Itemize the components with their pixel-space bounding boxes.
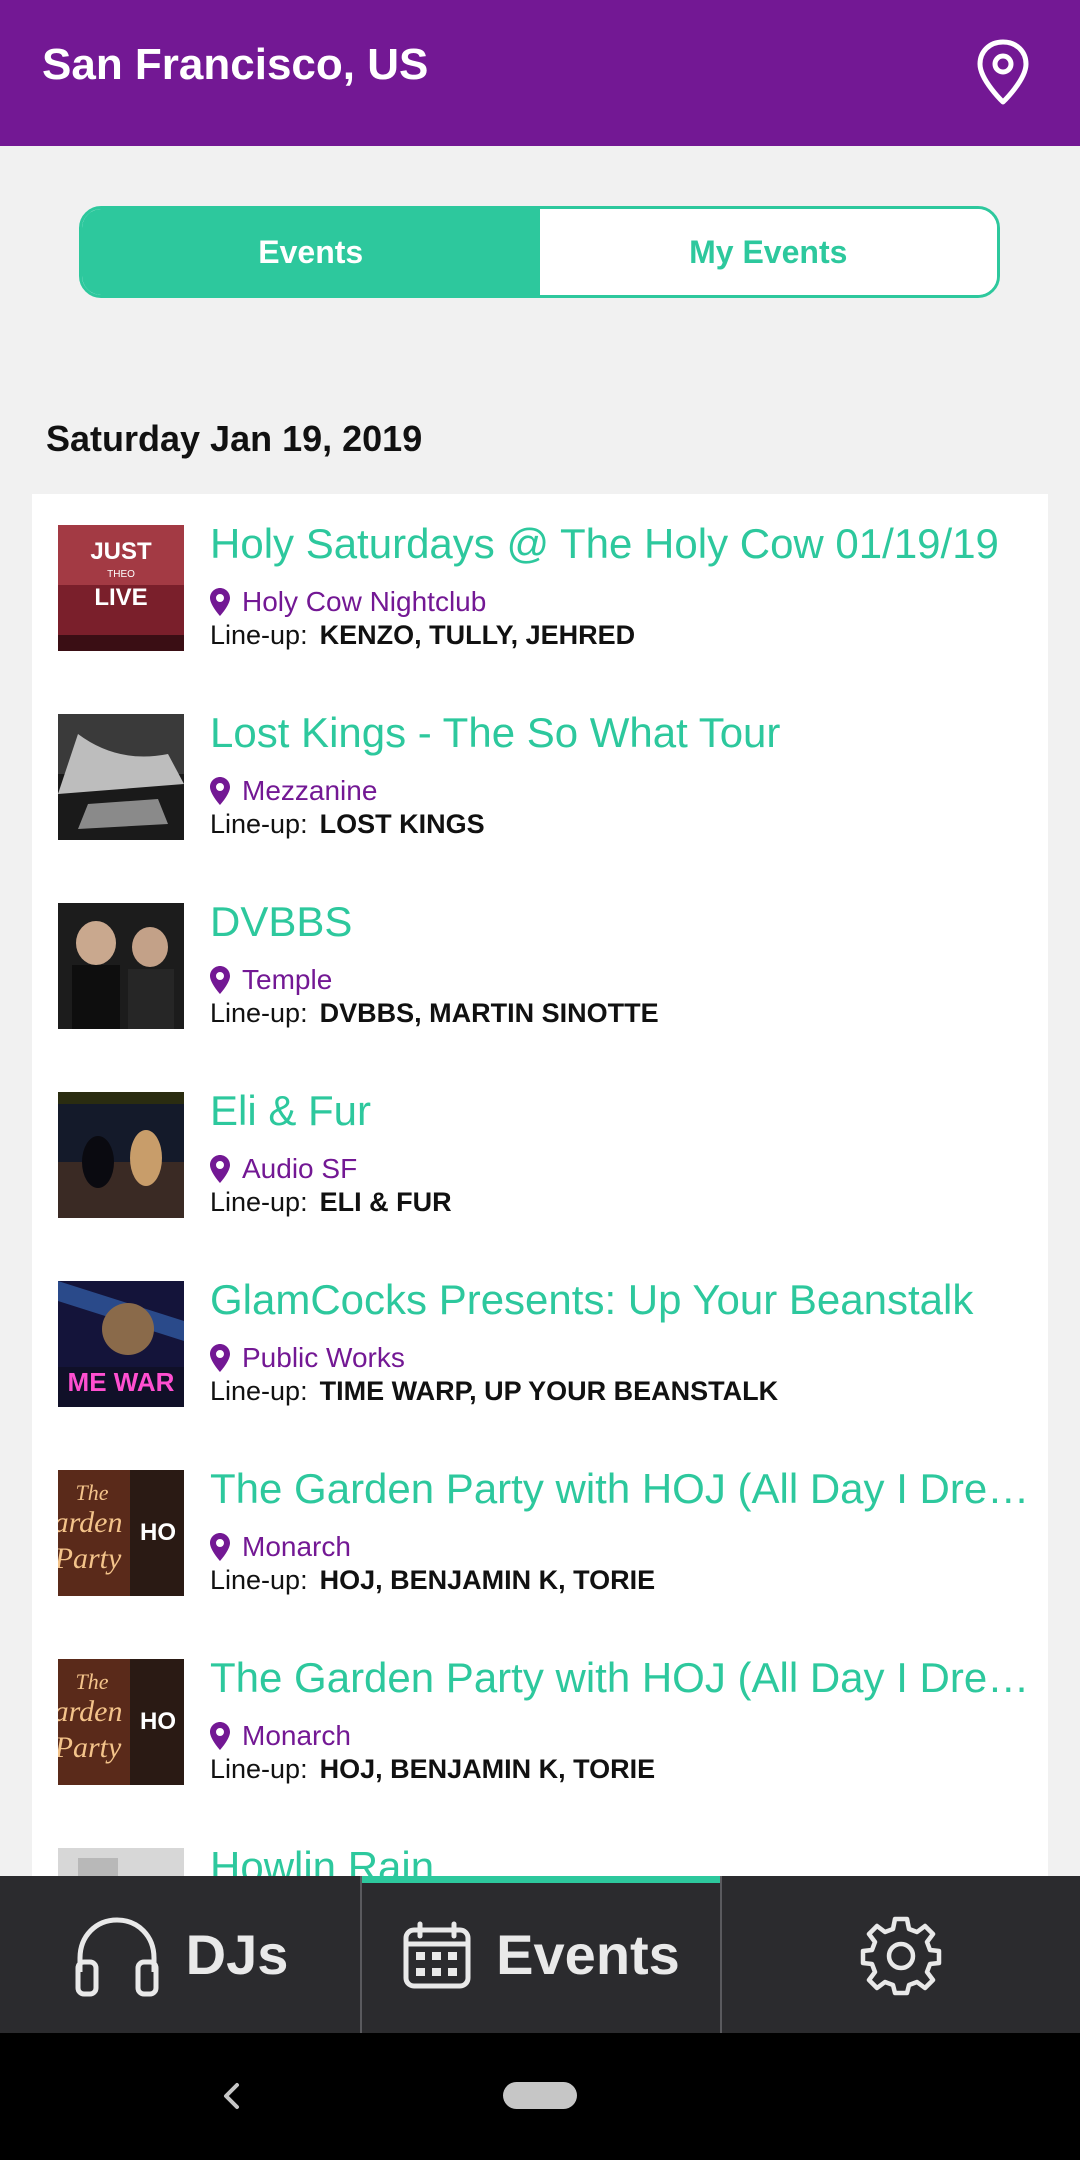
lineup-value: TIME WARP, UP YOUR BEANSTALK [319, 1376, 779, 1406]
back-chevron-icon[interactable] [218, 2082, 246, 2110]
lineup-label: Line-up: [210, 620, 308, 650]
bottom-tab-bar: DJs Events [0, 1876, 1080, 2033]
thumb-text: LIVE [94, 584, 147, 611]
tab-events-label: Events [496, 1923, 680, 1986]
event-item[interactable]: Lost Kings - The So What Tour Mezzanine … [32, 683, 1048, 872]
event-lineup: Line-up: ELI & FUR [210, 1187, 452, 1218]
event-thumbnail: The arden Party HO [58, 1659, 184, 1785]
event-venue: Public Works [210, 1338, 405, 1378]
event-lineup: Line-up: LOST KINGS [210, 809, 485, 840]
lineup-label: Line-up: [210, 1187, 308, 1217]
venue-pin-icon [210, 1533, 230, 1561]
event-venue: Monarch [210, 1716, 351, 1756]
event-title[interactable]: Howlin Rain [210, 1843, 1030, 1878]
event-title[interactable]: The Garden Party with HOJ (All Day I Dre… [210, 1654, 1030, 1702]
lineup-label: Line-up: [210, 1565, 308, 1595]
lineup-value: ELI & FUR [319, 1187, 452, 1217]
segment-events[interactable]: Events [82, 209, 540, 295]
event-venue: Temple [210, 960, 332, 1000]
event-thumbnail: The arden Party HO [58, 1470, 184, 1596]
event-item[interactable]: JUST THEO LIVE Holy Saturdays @ The Holy… [32, 494, 1048, 683]
event-venue: Holy Cow Nightclub [210, 582, 486, 622]
lineup-value: HOJ, BENJAMIN K, TORIE [319, 1565, 656, 1595]
thumb-text: THEO [107, 569, 135, 580]
event-venue: Monarch [210, 1527, 351, 1567]
venue-name: Audio SF [242, 1153, 358, 1184]
venue-pin-icon [210, 1155, 230, 1183]
venue-pin-icon [210, 966, 230, 994]
venue-name: Monarch [242, 1720, 351, 1751]
tab-djs[interactable]: DJs [0, 1876, 360, 2033]
event-venue: Mezzanine [210, 771, 377, 811]
event-item[interactable]: ME WAR GlamCocks Presents: Up Your Beans… [32, 1250, 1048, 1439]
event-thumbnail [58, 1092, 184, 1218]
event-title[interactable]: Eli & Fur [210, 1087, 1030, 1135]
thumb-text: HO [140, 1519, 176, 1546]
lineup-value: KENZO, TULLY, JEHRED [319, 620, 636, 650]
lineup-label: Line-up: [210, 809, 308, 839]
lineup-value: DVBBS, MARTIN SINOTTE [319, 998, 659, 1028]
thumb-text: The [76, 1669, 109, 1694]
event-lineup: Line-up: HOJ, BENJAMIN K, TORIE [210, 1754, 655, 1785]
app-header: San Francisco, US [0, 0, 1080, 146]
gear-icon [860, 1916, 942, 1995]
event-lineup: Line-up: TIME WARP, UP YOUR BEANSTALK [210, 1376, 778, 1407]
lineup-label: Line-up: [210, 998, 308, 1028]
tab-settings[interactable] [720, 1876, 1080, 2033]
city-title: San Francisco, US [42, 40, 429, 89]
map-pin-icon[interactable] [975, 38, 1031, 108]
event-title[interactable]: GlamCocks Presents: Up Your Beanstalk [210, 1276, 1030, 1324]
thumb-text: arden [58, 1695, 122, 1728]
lineup-label: Line-up: [210, 1376, 308, 1406]
lineup-label: Line-up: [210, 1754, 308, 1784]
headphones-icon [75, 1916, 159, 1996]
event-thumbnail [58, 1848, 184, 1878]
lineup-value: HOJ, BENJAMIN K, TORIE [319, 1754, 656, 1784]
thumb-text: JUST [90, 538, 152, 565]
event-title[interactable]: DVBBS [210, 898, 1030, 946]
event-thumbnail [58, 714, 184, 840]
venue-pin-icon [210, 588, 230, 616]
home-pill-button[interactable] [503, 2082, 577, 2109]
event-lineup: Line-up: DVBBS, MARTIN SINOTTE [210, 998, 659, 1029]
event-lineup: Line-up: HOJ, BENJAMIN K, TORIE [210, 1565, 655, 1596]
thumb-text: Party [58, 1731, 122, 1764]
event-item[interactable]: DVBBS Temple Line-up: DVBBS, MARTIN SINOT… [32, 872, 1048, 1061]
event-item[interactable]: Howlin Rain [32, 1817, 1048, 1878]
event-title[interactable]: Lost Kings - The So What Tour [210, 709, 1030, 757]
event-thumbnail [58, 903, 184, 1029]
calendar-icon [403, 1921, 471, 1988]
venue-name: Mezzanine [242, 775, 378, 806]
event-thumbnail: ME WAR [58, 1281, 184, 1407]
event-thumbnail: JUST THEO LIVE [58, 525, 184, 651]
event-item[interactable]: The arden Party HO The Garden Party with… [32, 1628, 1048, 1817]
events-segmented-control: Events My Events [79, 206, 1000, 298]
venue-name: Temple [242, 964, 333, 995]
date-heading: Saturday Jan 19, 2019 [46, 418, 423, 459]
segment-my-events[interactable]: My Events [539, 209, 997, 295]
venue-pin-icon [210, 1722, 230, 1750]
venue-name: Public Works [242, 1342, 405, 1373]
thumb-text: arden [58, 1506, 122, 1539]
event-item[interactable]: The arden Party HO The Garden Party with… [32, 1439, 1048, 1628]
venue-name: Monarch [242, 1531, 351, 1562]
tab-djs-label: DJs [185, 1923, 289, 1986]
event-list: JUST THEO LIVE Holy Saturdays @ The Holy… [32, 494, 1048, 1878]
thumb-text: The [76, 1480, 109, 1505]
event-lineup: Line-up: KENZO, TULLY, JEHRED [210, 620, 635, 651]
event-title[interactable]: The Garden Party with HOJ (All Day I Dre… [210, 1465, 1030, 1513]
thumb-text: HO [140, 1708, 176, 1735]
venue-pin-icon [210, 777, 230, 805]
event-venue: Audio SF [210, 1149, 357, 1189]
thumb-text: Party [58, 1542, 122, 1575]
lineup-value: LOST KINGS [319, 809, 485, 839]
venue-name: Holy Cow Nightclub [242, 586, 487, 617]
event-title[interactable]: Holy Saturdays @ The Holy Cow 01/19/19 [210, 520, 1030, 568]
venue-pin-icon [210, 1344, 230, 1372]
thumb-text: ME WAR [68, 1367, 175, 1397]
active-tab-indicator [362, 1876, 720, 1883]
tab-events[interactable]: Events [360, 1876, 720, 2033]
event-item[interactable]: Eli & Fur Audio SF Line-up: ELI & FUR [32, 1061, 1048, 1250]
